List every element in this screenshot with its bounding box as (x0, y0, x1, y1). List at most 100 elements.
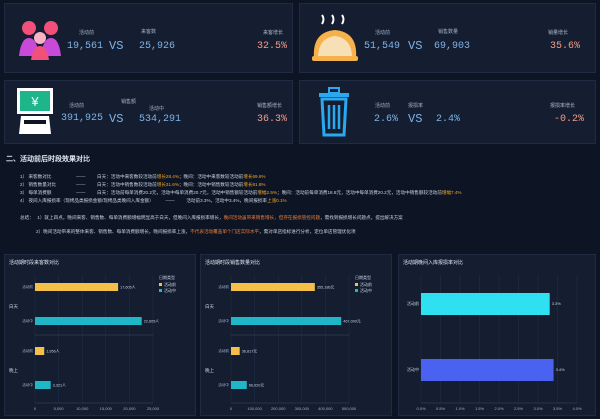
bar (231, 381, 247, 389)
legend-swatch (159, 289, 162, 292)
value-during: 25,926 (139, 41, 176, 52)
compare-item-4: 4） 夜间入库报损率（现烤品类报损金额/现烤品类晚间入库金额） —— 活动前3.… (20, 198, 287, 204)
item-highlight-2: 增幅7.4% (441, 190, 462, 195)
summary-1-rest: ，需找到报损增长问题点，提出解决方案 (320, 215, 403, 220)
bar (35, 381, 51, 389)
value-before: 2.6% (374, 114, 399, 125)
x-tick-label: 15,000 (100, 406, 113, 411)
legend-swatch (355, 283, 358, 286)
x-tick-label: 3.0% (533, 406, 543, 411)
label-during: 报损率 (408, 103, 424, 109)
label-before: 活动前 (79, 30, 95, 36)
item-name: 来客数对比 (28, 174, 52, 179)
bar-category-label: 活动中 (407, 366, 419, 372)
bar-value-label: 17,605人 (120, 285, 136, 290)
item-text: 白天：活动前每单消费20.2元，活动中每单消费20.7元，活动中销售额较活动前 (97, 190, 258, 195)
bar-value-label: 36,817元 (242, 350, 258, 354)
bar-value-label: 3.4% (556, 367, 566, 372)
growth-label: 销售额增长 (257, 103, 283, 109)
x-tick-label: 2.5% (514, 406, 524, 411)
family-icon (19, 21, 61, 60)
value-before: 391,925 (61, 113, 104, 124)
item-rest: ；晚间：活动中来客数较活动前 (178, 174, 244, 179)
item-highlight: 增长31.6% (156, 182, 179, 187)
kpi-card-customers: 活动前 19,561 VS 来客数 25,926 来客增长 32.5% (4, 3, 293, 73)
kpi-card-sales-qty: 活动前 51,549 VS 销售数量 69,903 销量增长 35.6% (299, 3, 596, 73)
value-during: 534,291 (139, 114, 182, 125)
item-text: 白天：活动中来客数较活动前 (97, 174, 157, 179)
bar-value-label: 467,000元 (343, 320, 361, 324)
compare-item-3: 3） 每单消费额 —— 白天：活动前每单消费20.2元，活动中每单消费20.7元… (20, 190, 462, 196)
bar-category-label: 活动中 (22, 382, 33, 387)
value-during: 2.4% (436, 114, 461, 125)
growth-label: 销量增长 (548, 30, 569, 36)
bar (231, 283, 315, 291)
bar-category-label: 活动前 (22, 348, 33, 353)
x-tick-label: 25,000 (147, 406, 160, 411)
trash-can-icon (319, 87, 349, 137)
item-highlight-2: 增长81.8% (243, 182, 266, 187)
vs-label: VS (408, 39, 423, 53)
label-before: 活动前 (69, 103, 85, 109)
x-tick-label: 5,000 (54, 406, 65, 411)
section-title: 二、活动前后时段效果对比 (6, 156, 90, 163)
item-no: 2） (20, 182, 28, 187)
item-highlight-2: 增长69.6% (243, 174, 266, 179)
chart-panel-customers: 活动期时段来客数对比 0 5,000 10,000 15,000 20,000 25,00… (4, 254, 196, 416)
x-tick-label: 300,000 (295, 406, 310, 411)
x-tick-label: 400,000 (318, 406, 333, 411)
bar (421, 359, 554, 381)
x-tick-label: 2.0% (494, 406, 504, 411)
item-no: 1） (20, 174, 28, 179)
chart-panel-loss-rate: 活动期晚间入库报损率对比 0.0% 0.5% 1.0% 1.5% 2.0% 2.5% 3.0… (398, 254, 596, 416)
summary-1-warning: 晚间活动虽带来销售增长，但存在报损管控问题 (223, 215, 321, 220)
bar-category-label: 活动中 (218, 382, 229, 387)
item-highlight: 增幅2.5% (257, 190, 277, 195)
item-name: 每单消费额 (28, 190, 52, 195)
compare-item-2: 2） 销售数量对比 —— 白天：活动中销售数较活动前增长31.6%；晚间：活动中… (20, 182, 266, 188)
item-text: 白天：活动中销售数较活动前 (97, 182, 157, 187)
legend-label: 活动前 (360, 281, 372, 287)
group-label: 白天 (9, 303, 18, 310)
legend-label: 活动前 (164, 281, 176, 287)
summary-2-warning: 不代表活动覆盖单个门店实际水平 (190, 229, 260, 234)
item-text: 活动前3.3%，活动中3.4%，晚间报损率 (186, 198, 267, 203)
value-before: 19,561 (67, 41, 104, 52)
x-tick-label: 0.5% (436, 406, 446, 411)
bar (35, 283, 119, 291)
value-before: 51,549 (364, 41, 401, 52)
label-during: 来客数 (141, 29, 157, 35)
bar-value-label: 3,321人 (53, 383, 67, 388)
growth-value: 35.6% (550, 41, 581, 52)
item-highlight: 增长28.4% (156, 174, 179, 179)
chart-panel-sales: 活动期时段销售数量对比 0 100,000 200,000 300,000 400,00… (200, 254, 392, 416)
summary-2-text: 2）晚间活动带来的整体来客、销售数、每单消费额增长，晚间报损率上涨， (36, 229, 191, 234)
bar-category-label: 活动中 (22, 318, 33, 323)
item-dash: —— (76, 182, 86, 187)
x-tick-label: 1.0% (455, 406, 465, 411)
bread-icon (312, 14, 358, 61)
legend-swatch (355, 289, 358, 292)
group-label: 晚上 (9, 367, 18, 374)
item-dash: —— (76, 174, 86, 179)
svg-text:¥: ¥ (30, 94, 39, 109)
summary-label: 总结： (20, 215, 34, 220)
bar-category-label: 活动前 (407, 300, 419, 306)
x-tick-label: 10,000 (76, 406, 89, 411)
item-no: 3） (20, 190, 28, 195)
legend-label: 活动中 (164, 287, 176, 293)
growth-label: 报损率增长 (550, 103, 576, 109)
growth-value: -0.2% (554, 114, 585, 125)
loss-rate-bar-chart: 0.0% 0.5% 1.0% 1.5% 2.0% 2.5% 3.0% 3.5% 4.0% 活动前 3… (407, 275, 582, 411)
item-name: 销售数量对比 (28, 182, 57, 187)
label-during: 销售额 (121, 99, 137, 105)
x-tick-label: 3.5% (553, 406, 563, 411)
label-before: 活动前 (375, 103, 391, 109)
label-during: 销售数量 (438, 29, 459, 35)
bar-value-label: 1,956人 (46, 349, 60, 354)
cash-register-icon: ¥ (17, 88, 53, 134)
group-label: 白天 (205, 303, 214, 310)
item-dash: —— (76, 190, 86, 195)
bar (35, 317, 142, 325)
kpi-card-sales-amount: ¥ 活动前 391,925 VS 销售额 活动中 534,291 销售额增长 3… (4, 80, 293, 144)
